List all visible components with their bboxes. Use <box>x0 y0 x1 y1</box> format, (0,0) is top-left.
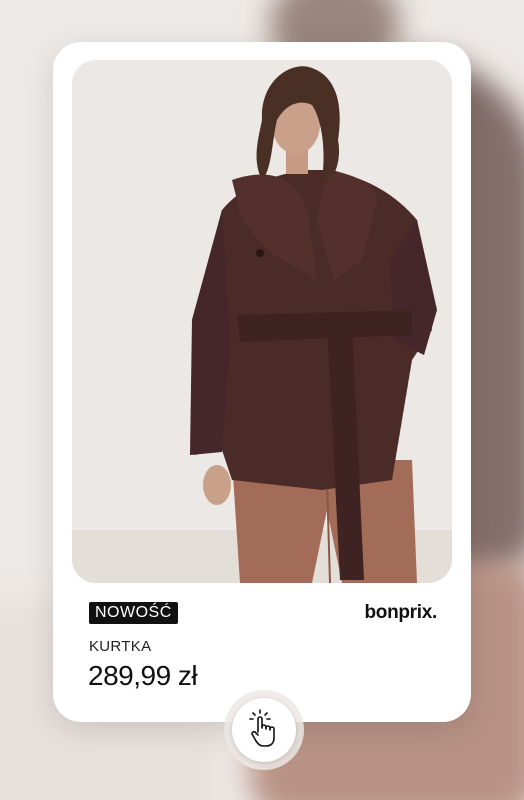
product-category: KURTKA <box>89 638 152 655</box>
hand-pointer-tap-icon <box>247 708 281 753</box>
product-card[interactable]: NOWOŚĆ bonprix. KURTKA 289,99 zł <box>53 42 471 722</box>
tap-button-inner[interactable] <box>232 698 296 762</box>
brand-logo: bonprix. <box>364 602 437 623</box>
product-price: 289,99 zł <box>88 660 198 691</box>
product-image[interactable] <box>72 60 452 583</box>
tap-button[interactable] <box>224 690 304 770</box>
new-badge: NOWOŚĆ <box>89 602 178 624</box>
